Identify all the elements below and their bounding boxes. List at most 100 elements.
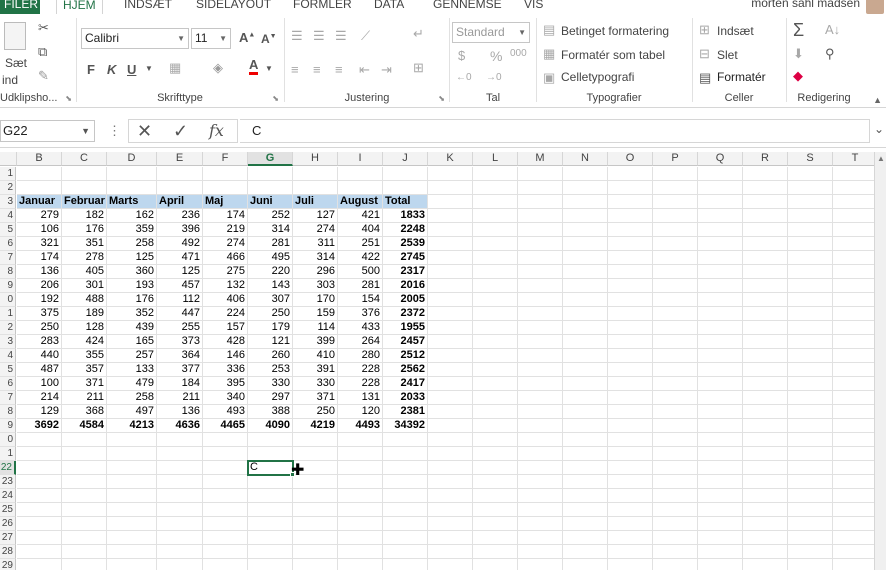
decrease-decimal-icon[interactable]: →0 [486, 72, 502, 83]
cell[interactable] [383, 545, 428, 559]
cell[interactable]: 224 [203, 307, 248, 321]
cancel-button[interactable]: ✕ [137, 120, 152, 142]
cell[interactable] [518, 391, 563, 405]
cell[interactable]: 4090 [248, 419, 293, 433]
cell[interactable] [563, 223, 608, 237]
cell[interactable] [338, 503, 383, 517]
cell[interactable] [833, 377, 874, 391]
column-header[interactable]: E [157, 152, 203, 166]
cell[interactable] [698, 335, 743, 349]
cell[interactable] [833, 251, 874, 265]
format-cells-icon[interactable]: ▤ [699, 70, 711, 86]
cell[interactable]: 125 [157, 265, 203, 279]
tab-formulas[interactable]: FORMLER [293, 0, 352, 14]
cell[interactable] [293, 447, 338, 461]
cell[interactable] [743, 321, 788, 335]
cell[interactable] [473, 377, 518, 391]
autosum-icon[interactable]: Σ [793, 20, 804, 41]
cell[interactable] [833, 237, 874, 251]
cell[interactable]: 297 [248, 391, 293, 405]
cell[interactable] [338, 531, 383, 545]
cell[interactable] [473, 545, 518, 559]
vertical-scrollbar[interactable]: ▲ [874, 152, 886, 570]
cell[interactable] [563, 531, 608, 545]
cell[interactable] [518, 167, 563, 181]
row-header[interactable]: 9 [0, 279, 16, 293]
grow-font-icon[interactable]: A▲ [239, 30, 255, 45]
cell[interactable]: 440 [17, 349, 62, 363]
cell[interactable] [608, 503, 653, 517]
cell[interactable]: 260 [248, 349, 293, 363]
cell[interactable] [833, 545, 874, 559]
cell[interactable] [62, 167, 107, 181]
cell[interactable] [698, 503, 743, 517]
cell[interactable]: 114 [293, 321, 338, 335]
cell[interactable] [473, 475, 518, 489]
cell[interactable] [428, 237, 473, 251]
cell[interactable] [518, 419, 563, 433]
cell[interactable]: 176 [62, 223, 107, 237]
cell[interactable] [608, 209, 653, 223]
cell[interactable] [428, 419, 473, 433]
column-header[interactable]: N [563, 152, 608, 166]
cell[interactable] [383, 461, 428, 475]
column-header[interactable]: B [17, 152, 62, 166]
cell[interactable] [563, 405, 608, 419]
cell[interactable] [518, 489, 563, 503]
cell[interactable] [338, 447, 383, 461]
cell[interactable] [833, 489, 874, 503]
cell[interactable] [788, 447, 833, 461]
cell[interactable]: 258 [107, 237, 157, 251]
row-header[interactable]: 22 [0, 461, 16, 475]
cell[interactable]: 311 [293, 237, 338, 251]
cell[interactable] [62, 461, 107, 475]
cell[interactable]: 159 [293, 307, 338, 321]
cell[interactable] [518, 405, 563, 419]
cell[interactable] [833, 461, 874, 475]
avatar[interactable] [866, 0, 884, 14]
italic-button[interactable]: K [107, 62, 116, 77]
cell[interactable] [203, 503, 248, 517]
cell[interactable] [157, 461, 203, 475]
column-header[interactable]: Q [698, 152, 743, 166]
cell[interactable] [788, 545, 833, 559]
cell[interactable] [653, 223, 698, 237]
cell[interactable] [608, 545, 653, 559]
currency-icon[interactable]: $ [458, 48, 465, 63]
clipboard-launcher-icon[interactable]: ⬊ [65, 94, 72, 103]
cell[interactable]: 157 [203, 321, 248, 335]
row-header[interactable]: 7 [0, 391, 16, 405]
font-size-combo[interactable]: 11 ▼ [191, 28, 231, 49]
cell[interactable] [17, 475, 62, 489]
cell[interactable] [563, 377, 608, 391]
cell[interactable] [743, 517, 788, 531]
cell[interactable]: 132 [203, 279, 248, 293]
cell[interactable]: 404 [338, 223, 383, 237]
cell[interactable]: 355 [62, 349, 107, 363]
cell[interactable] [653, 195, 698, 209]
cell[interactable] [653, 293, 698, 307]
cell[interactable] [698, 461, 743, 475]
cell[interactable] [653, 349, 698, 363]
format-painter-icon[interactable]: ✎ [38, 68, 49, 84]
cell[interactable] [653, 391, 698, 405]
cell[interactable]: 136 [157, 405, 203, 419]
sort-filter-icon[interactable]: A↓ [825, 22, 840, 37]
underline-button[interactable]: U [127, 62, 136, 77]
cell[interactable]: 206 [17, 279, 62, 293]
cell[interactable] [563, 489, 608, 503]
cell[interactable]: 255 [157, 321, 203, 335]
increase-indent-icon[interactable]: ⇥ [381, 62, 392, 78]
cell[interactable] [107, 503, 157, 517]
cell[interactable] [563, 475, 608, 489]
cell[interactable] [563, 195, 608, 209]
cell[interactable] [518, 531, 563, 545]
cell[interactable] [473, 293, 518, 307]
cell[interactable] [608, 349, 653, 363]
cell[interactable] [563, 265, 608, 279]
cell[interactable] [293, 489, 338, 503]
cell[interactable]: 106 [17, 223, 62, 237]
cell[interactable] [608, 363, 653, 377]
cell[interactable] [608, 489, 653, 503]
cell[interactable] [62, 489, 107, 503]
